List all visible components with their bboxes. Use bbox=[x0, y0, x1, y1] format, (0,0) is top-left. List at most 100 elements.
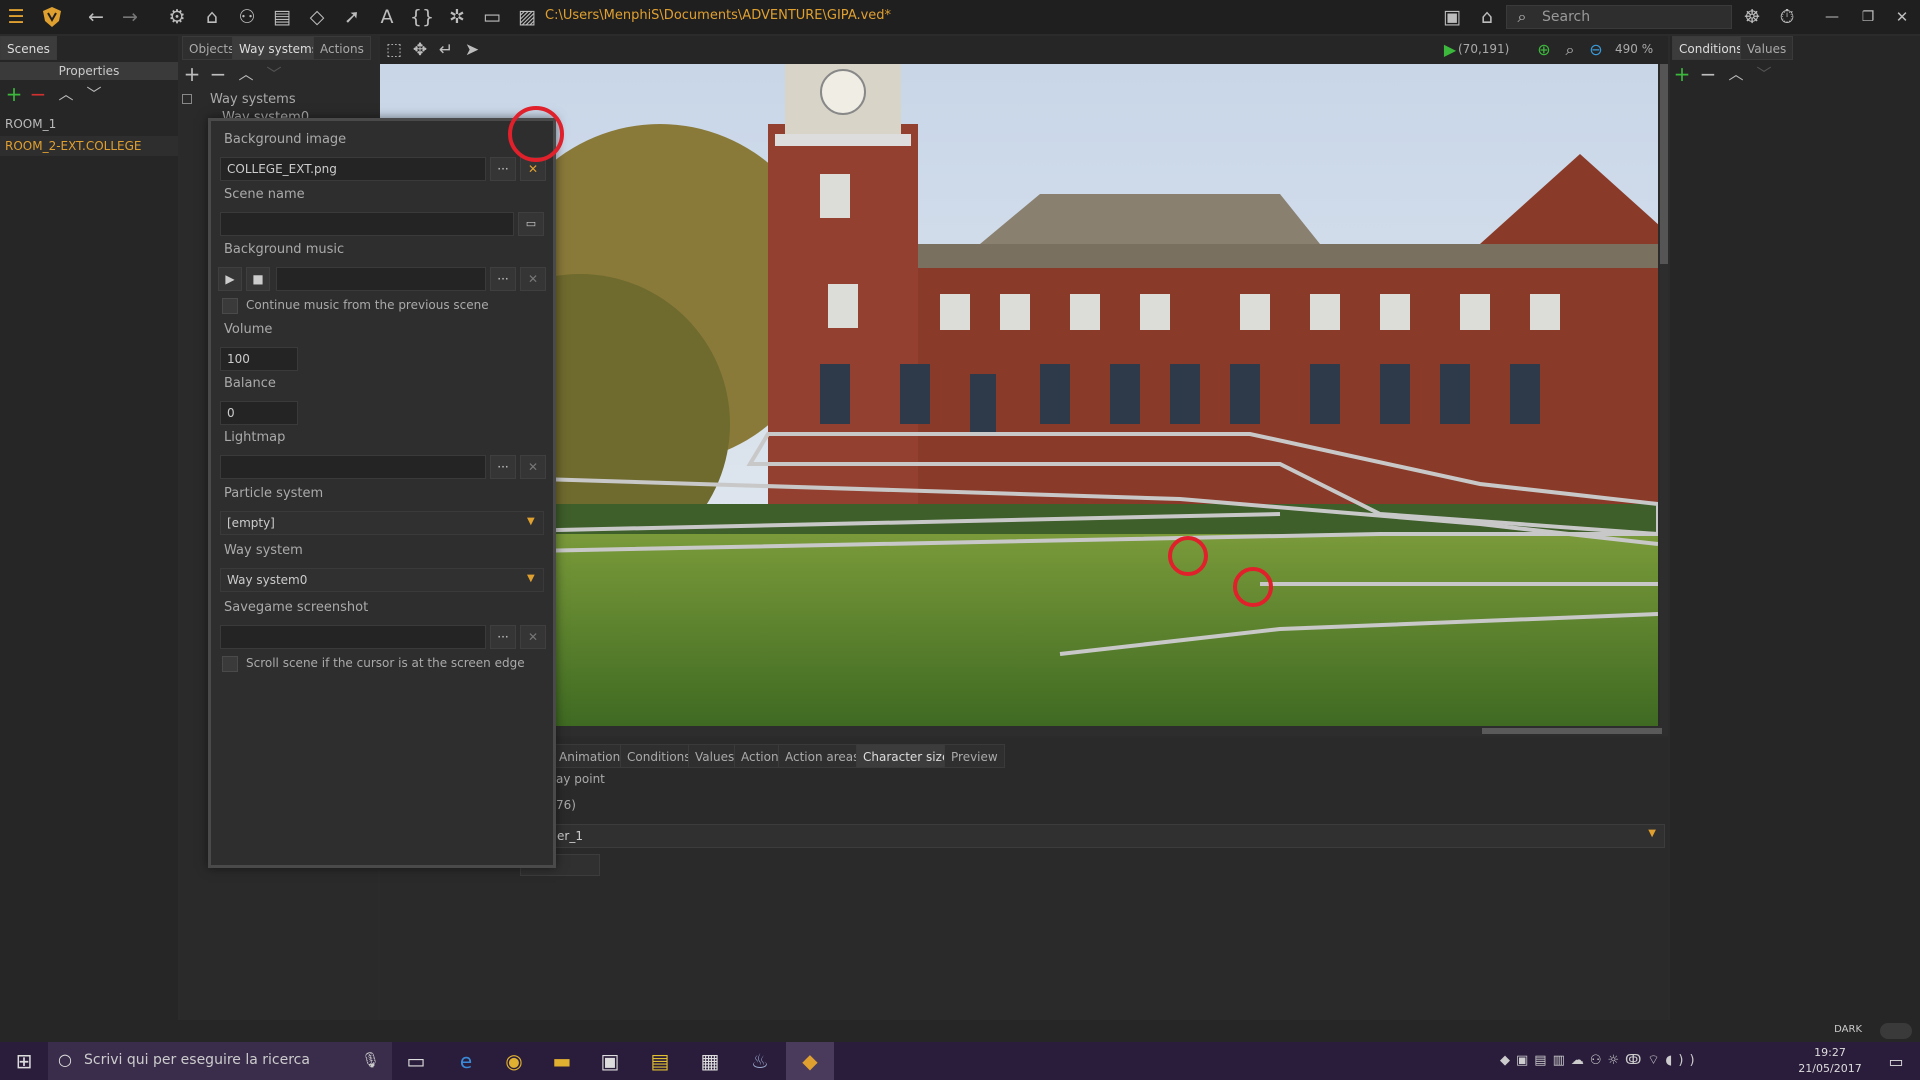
character-select[interactable]: er_1 ▼ bbox=[520, 824, 1665, 848]
home-icon[interactable]: ⌂ bbox=[200, 5, 224, 29]
scene-name-field[interactable] bbox=[220, 212, 514, 236]
tab-scenes[interactable]: Scenes bbox=[0, 36, 57, 60]
search-input[interactable]: Search bbox=[1506, 5, 1732, 29]
close-window-icon[interactable]: ✕ bbox=[1890, 5, 1914, 29]
scene-canvas[interactable] bbox=[380, 64, 1658, 726]
file-explorer-icon[interactable]: ▬ bbox=[538, 1042, 586, 1080]
save-icon[interactable]: ▤ bbox=[270, 5, 294, 29]
tab-actions[interactable]: Actions bbox=[313, 36, 371, 60]
move-down-icon[interactable]: ﹀ bbox=[82, 82, 106, 106]
add-condition-icon[interactable]: + bbox=[1670, 62, 1694, 86]
diamond-icon[interactable]: ◇ bbox=[305, 5, 329, 29]
h-scrollbar-thumb[interactable] bbox=[1482, 728, 1662, 734]
tree-collapse-icon[interactable] bbox=[182, 94, 192, 104]
store-icon[interactable]: ▣ bbox=[586, 1042, 634, 1080]
browse-savegame-button[interactable]: ··· bbox=[490, 625, 516, 649]
character-icon[interactable]: ⚇ bbox=[235, 5, 259, 29]
down-condition-icon[interactable]: ﹀ bbox=[1752, 62, 1776, 86]
down-way-icon[interactable]: ﹀ bbox=[262, 62, 286, 86]
move-up-icon[interactable]: ︿ bbox=[54, 82, 78, 106]
add-icon[interactable]: + bbox=[2, 82, 26, 106]
pattern-icon[interactable]: ▨ bbox=[515, 5, 539, 29]
menu-icon[interactable]: ☰ bbox=[4, 5, 28, 29]
horizontal-scrollbar[interactable] bbox=[380, 726, 1668, 736]
project-path: C:\Users\MenphiS\Documents\ADVENTURE\GIP… bbox=[545, 8, 892, 23]
task-view-icon[interactable]: ▭ bbox=[392, 1042, 440, 1080]
windows-start-icon[interactable]: ⊞ bbox=[0, 1042, 48, 1080]
clear-lightmap-button[interactable]: ✕ bbox=[520, 455, 546, 479]
font-icon[interactable]: A bbox=[375, 5, 399, 29]
select-rect-icon[interactable]: ⬚ bbox=[382, 38, 406, 62]
tree-root[interactable]: Way systems bbox=[210, 92, 296, 107]
play-music-icon[interactable]: ▶ bbox=[218, 267, 242, 291]
properties-header[interactable]: Properties bbox=[0, 62, 178, 80]
clear-music-button[interactable]: ✕ bbox=[520, 267, 546, 291]
vertical-scrollbar[interactable] bbox=[1660, 64, 1668, 726]
list-item[interactable]: ROOM_1 bbox=[0, 114, 178, 134]
steam-icon[interactable]: ♨ bbox=[736, 1042, 784, 1080]
settings-icon[interactable]: ⚙ bbox=[165, 5, 189, 29]
browse-music-button[interactable]: ··· bbox=[490, 267, 516, 291]
volume-stepper[interactable]: 100 bbox=[220, 347, 298, 371]
script-icon[interactable]: {} bbox=[410, 5, 434, 29]
tab-conditions-right[interactable]: Conditions bbox=[1672, 36, 1750, 60]
clock[interactable]: 19:27 21/05/2017 bbox=[1790, 1045, 1870, 1077]
zoom-out-icon[interactable]: ⊖ bbox=[1584, 38, 1608, 62]
cursor-icon[interactable]: ➚ bbox=[340, 5, 364, 29]
export-icon[interactable]: ⌂ bbox=[1475, 5, 1499, 29]
zoom-in-icon[interactable]: ⊕ bbox=[1532, 38, 1556, 62]
minimize-icon[interactable]: — bbox=[1820, 5, 1844, 29]
way-system-select[interactable]: Way system0 bbox=[220, 568, 544, 592]
notifications-icon[interactable]: ▭ bbox=[1872, 1042, 1920, 1080]
bg-image-field[interactable]: COLLEGE_EXT.png bbox=[220, 157, 486, 181]
zoom-fit-icon[interactable]: ⌕ bbox=[1558, 38, 1582, 62]
restore-icon[interactable]: ❐ bbox=[1856, 5, 1880, 29]
return-icon[interactable]: ↵ bbox=[434, 38, 458, 62]
add-way-icon[interactable]: + bbox=[180, 62, 204, 86]
system-tray-icons[interactable]: ◆▣▤▥☁⚇☼ↂ⌔◖)) bbox=[1500, 1052, 1701, 1068]
save-project-icon[interactable]: ▣ bbox=[1440, 5, 1464, 29]
continue-music-checkbox[interactable] bbox=[222, 298, 238, 314]
tab-action-areas[interactable]: Action areas bbox=[778, 744, 867, 768]
remove-icon[interactable]: − bbox=[26, 82, 50, 106]
visionaire-taskbar-icon[interactable]: ◆ bbox=[786, 1042, 834, 1080]
savegame-field[interactable] bbox=[220, 625, 486, 649]
stop-music-icon[interactable]: ■ bbox=[246, 267, 270, 291]
chrome-icon[interactable]: ◉ bbox=[490, 1042, 538, 1080]
tab-values-right[interactable]: Values bbox=[1740, 36, 1794, 60]
balance-stepper[interactable]: 0 bbox=[220, 401, 298, 425]
up-way-icon[interactable]: ︿ bbox=[234, 62, 258, 86]
scroll-scene-checkbox[interactable] bbox=[222, 656, 238, 672]
list-item-selected[interactable]: ROOM_2-EXT.COLLEGE bbox=[0, 136, 178, 156]
browse-lightmap-button[interactable]: ··· bbox=[490, 455, 516, 479]
up-condition-icon[interactable]: ︿ bbox=[1724, 62, 1748, 86]
tab-conditions[interactable]: Conditions bbox=[620, 744, 698, 768]
particle-select[interactable]: [empty] bbox=[220, 511, 544, 535]
remove-condition-icon[interactable]: − bbox=[1696, 62, 1720, 86]
lightmap-field[interactable] bbox=[220, 455, 486, 479]
pointer-icon[interactable]: ➤ bbox=[460, 38, 484, 62]
canvas-toolbar: ⬚ ✥ ↵ ➤ ▶ (70,191) ⊕ ⌕ ⊖ 490 % bbox=[380, 36, 1668, 64]
tab-character-size[interactable]: Character size bbox=[856, 744, 957, 768]
forward-icon[interactable]: → bbox=[118, 5, 142, 29]
annotation-circle-icon bbox=[508, 106, 564, 162]
theme-toggle[interactable] bbox=[1880, 1023, 1912, 1039]
calculator-icon[interactable]: ▦ bbox=[686, 1042, 734, 1080]
remove-way-icon[interactable]: − bbox=[206, 62, 230, 86]
move-icon[interactable]: ✥ bbox=[408, 38, 432, 62]
particle-icon[interactable]: ✲ bbox=[445, 5, 469, 29]
timer-icon[interactable]: ⏱ bbox=[1775, 5, 1799, 29]
debug-icon[interactable]: ☸ bbox=[1740, 5, 1764, 29]
tab-preview[interactable]: Preview bbox=[944, 744, 1005, 768]
app-logo-icon bbox=[40, 5, 64, 29]
scrollbar-thumb[interactable] bbox=[1660, 64, 1668, 264]
clear-savegame-button[interactable]: ✕ bbox=[520, 625, 546, 649]
dialog-icon[interactable]: ▭ bbox=[480, 5, 504, 29]
edge-icon[interactable]: e bbox=[442, 1042, 490, 1080]
back-icon[interactable]: ← bbox=[84, 5, 108, 29]
tab-way-systems[interactable]: Way systems bbox=[232, 36, 326, 60]
music-field[interactable] bbox=[276, 267, 486, 291]
sticky-notes-icon[interactable]: ▤ bbox=[636, 1042, 684, 1080]
taskbar-search[interactable]: ○ Scrivi qui per eseguire la ricerca 🎙 bbox=[48, 1042, 392, 1080]
pick-name-icon[interactable]: ▭ bbox=[518, 212, 544, 236]
